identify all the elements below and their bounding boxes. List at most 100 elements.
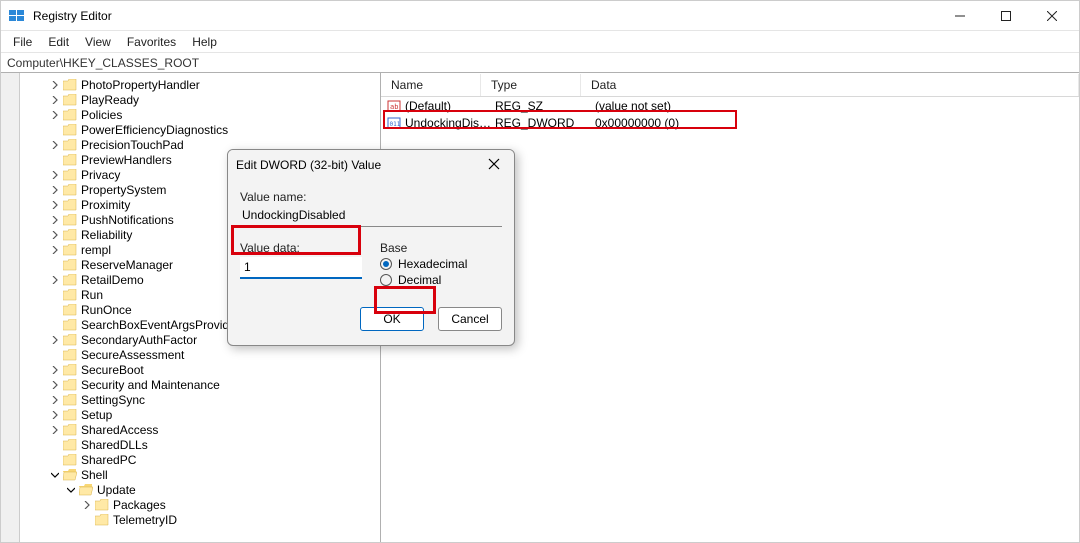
window-titlebar: Registry Editor xyxy=(1,1,1079,31)
tree-item[interactable]: PlayReady xyxy=(49,92,380,107)
tree-item[interactable]: SecureAssessment xyxy=(49,347,380,362)
minimize-button[interactable] xyxy=(937,1,983,31)
tree-item[interactable]: SharedAccess xyxy=(49,422,380,437)
tree-item-label: RunOnce xyxy=(81,303,132,317)
folder-icon xyxy=(63,214,77,226)
col-header-type[interactable]: Type xyxy=(481,74,581,96)
radio-icon xyxy=(380,258,392,270)
cell-data: (value not set) xyxy=(595,99,1073,113)
tree-item-label: PhotoPropertyHandler xyxy=(81,78,200,92)
close-button[interactable] xyxy=(1029,1,1075,31)
tree-item[interactable]: Setup xyxy=(49,407,380,422)
folder-icon xyxy=(63,304,77,316)
dialog-body: Value name: UndockingDisabled Value data… xyxy=(228,180,514,345)
chevron-right-icon[interactable] xyxy=(49,171,61,179)
col-header-data[interactable]: Data xyxy=(581,74,1079,96)
chevron-right-icon[interactable] xyxy=(49,336,61,344)
folder-icon xyxy=(63,454,77,466)
dword-value-icon: 011 xyxy=(387,116,401,130)
chevron-right-icon[interactable] xyxy=(49,396,61,404)
chevron-right-icon[interactable] xyxy=(49,186,61,194)
radio-decimal[interactable]: Decimal xyxy=(380,273,502,287)
chevron-right-icon[interactable] xyxy=(49,111,61,119)
chevron-right-icon[interactable] xyxy=(49,366,61,374)
tree-item[interactable]: Security and Maintenance xyxy=(49,377,380,392)
folder-icon xyxy=(63,109,77,121)
chevron-right-icon[interactable] xyxy=(49,216,61,224)
cancel-button[interactable]: Cancel xyxy=(438,307,502,331)
chevron-right-icon[interactable] xyxy=(81,501,93,509)
folder-icon xyxy=(63,79,77,91)
folder-icon xyxy=(63,424,77,436)
tree-item-label: PushNotifications xyxy=(81,213,174,227)
chevron-right-icon[interactable] xyxy=(49,141,61,149)
list-header: Name Type Data xyxy=(381,73,1079,97)
col-header-name[interactable]: Name xyxy=(381,74,481,96)
tree-item[interactable]: SharedDLLs xyxy=(49,437,380,452)
tree-item-label: Update xyxy=(97,483,136,497)
tree-item-label: PrecisionTouchPad xyxy=(81,138,184,152)
tree-item-label: Proximity xyxy=(81,198,130,212)
tree-item[interactable]: SecureBoot xyxy=(49,362,380,377)
tree-item[interactable]: PowerEfficiencyDiagnostics xyxy=(49,122,380,137)
folder-icon xyxy=(79,484,93,496)
list-row[interactable]: 011UndockingDisab…REG_DWORD0x00000000 (0… xyxy=(381,114,1079,131)
tree-item[interactable]: Packages xyxy=(49,497,380,512)
tree-item[interactable]: SettingSync xyxy=(49,392,380,407)
dialog-titlebar[interactable]: Edit DWORD (32-bit) Value xyxy=(228,150,514,180)
chevron-right-icon[interactable] xyxy=(49,246,61,254)
folder-icon xyxy=(63,379,77,391)
menu-favorites[interactable]: Favorites xyxy=(119,33,184,51)
tree-item-label: Policies xyxy=(81,108,122,122)
ok-button[interactable]: OK xyxy=(360,307,424,331)
radio-label: Decimal xyxy=(398,273,441,287)
chevron-right-icon[interactable] xyxy=(49,231,61,239)
value-name-field[interactable]: UndockingDisabled xyxy=(240,206,502,227)
menu-help[interactable]: Help xyxy=(184,33,225,51)
tree-item-label: PowerEfficiencyDiagnostics xyxy=(81,123,228,137)
address-path: Computer\HKEY_CLASSES_ROOT xyxy=(7,56,199,70)
tree-item-label: TelemetryID xyxy=(113,513,177,527)
folder-icon xyxy=(95,499,109,511)
folder-icon xyxy=(95,514,109,526)
chevron-right-icon[interactable] xyxy=(49,411,61,419)
base-label: Base xyxy=(380,241,502,255)
chevron-right-icon[interactable] xyxy=(49,96,61,104)
cell-name: UndockingDisab… xyxy=(405,116,495,130)
menubar: File Edit View Favorites Help xyxy=(1,31,1079,53)
tree-item[interactable]: Shell xyxy=(49,467,380,482)
tree-item-label: Shell xyxy=(81,468,108,482)
tree-item[interactable]: SharedPC xyxy=(49,452,380,467)
tree-item-label: Privacy xyxy=(81,168,120,182)
dialog-title: Edit DWORD (32-bit) Value xyxy=(236,158,482,172)
chevron-down-icon[interactable] xyxy=(65,486,77,494)
radio-hexadecimal[interactable]: Hexadecimal xyxy=(380,257,502,271)
address-bar[interactable]: Computer\HKEY_CLASSES_ROOT xyxy=(1,53,1079,73)
tree-item[interactable]: Policies xyxy=(49,107,380,122)
list-row[interactable]: ab(Default)REG_SZ(value not set) xyxy=(381,97,1079,114)
menu-edit[interactable]: Edit xyxy=(40,33,77,51)
tree-item-label: Security and Maintenance xyxy=(81,378,220,392)
cell-data: 0x00000000 (0) xyxy=(595,116,1073,130)
menu-file[interactable]: File xyxy=(5,33,40,51)
string-value-icon: ab xyxy=(387,99,401,113)
value-name-label: Value name: xyxy=(240,190,502,204)
chevron-down-icon[interactable] xyxy=(49,471,61,479)
chevron-right-icon[interactable] xyxy=(49,276,61,284)
tree-item[interactable]: Update xyxy=(49,482,380,497)
folder-icon xyxy=(63,409,77,421)
chevron-right-icon[interactable] xyxy=(49,381,61,389)
tree-item[interactable]: PhotoPropertyHandler xyxy=(49,77,380,92)
chevron-right-icon[interactable] xyxy=(49,81,61,89)
chevron-right-icon[interactable] xyxy=(49,426,61,434)
tree-item-label: SecondaryAuthFactor xyxy=(81,333,197,347)
maximize-button[interactable] xyxy=(983,1,1029,31)
dialog-close-button[interactable] xyxy=(482,158,506,173)
menu-view[interactable]: View xyxy=(77,33,119,51)
folder-icon xyxy=(63,154,77,166)
folder-icon xyxy=(63,319,77,331)
chevron-right-icon[interactable] xyxy=(49,201,61,209)
tree-item[interactable]: TelemetryID xyxy=(49,512,380,527)
value-data-input[interactable] xyxy=(240,257,362,279)
cell-name: (Default) xyxy=(405,99,495,113)
